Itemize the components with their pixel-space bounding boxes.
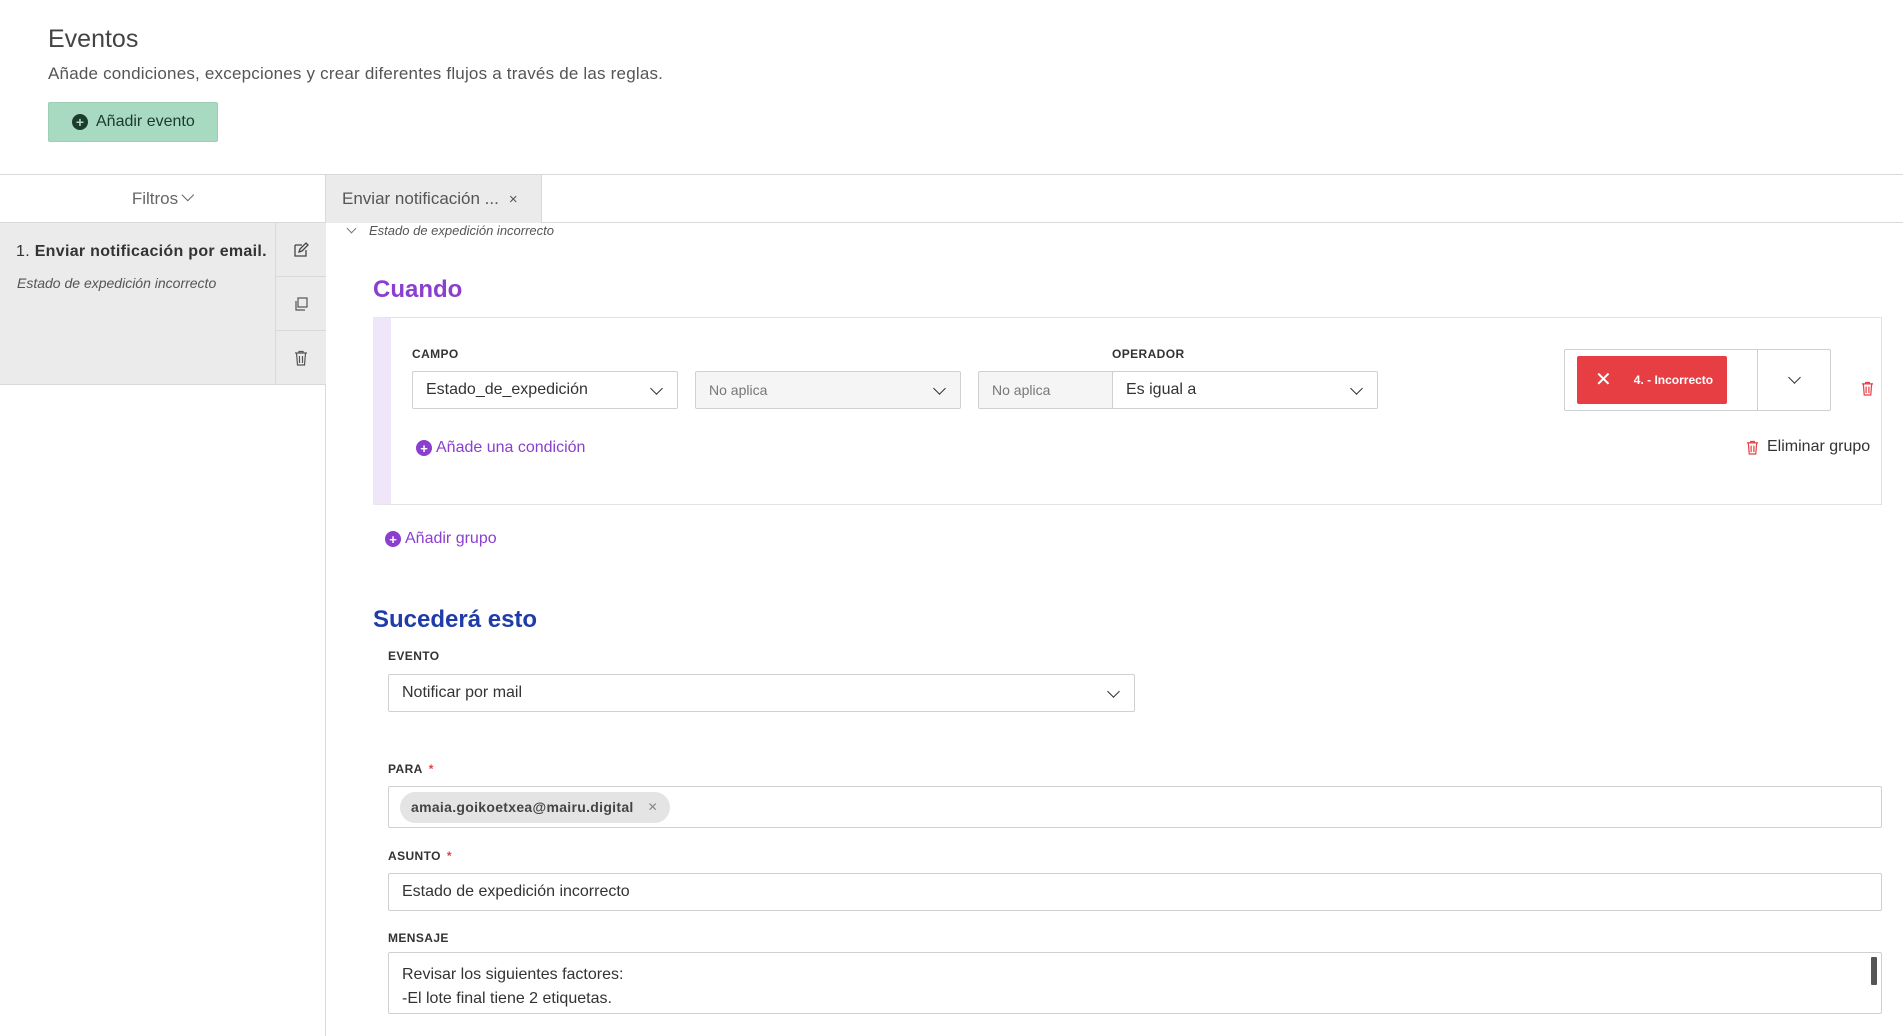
copy-icon bbox=[295, 296, 308, 311]
event-type-value: Notificar por mail bbox=[402, 684, 523, 701]
trash-icon bbox=[295, 350, 307, 366]
breadcrumb-text: Estado de expedición incorrecto bbox=[369, 223, 555, 238]
delete-rule-button[interactable] bbox=[276, 331, 326, 385]
message-line: -El lote final tiene 2 etiquetas. bbox=[402, 990, 612, 1007]
message-textarea[interactable]: Revisar los siguientes factores: -El lot… bbox=[388, 952, 1882, 1014]
remove-chip-icon[interactable]: ✕ bbox=[648, 800, 658, 814]
add-group-label: Añadir grupo bbox=[405, 530, 497, 547]
message-line: Revisar los siguientes factores: bbox=[402, 966, 624, 983]
tab-label: Enviar notificación ... bbox=[342, 189, 499, 208]
tab-bar: Enviar notificación ... × bbox=[326, 175, 1903, 223]
recipient-email: amaia.goikoetxea@mairu.digital bbox=[411, 799, 634, 815]
value-dropdown-toggle[interactable] bbox=[1757, 350, 1830, 410]
add-group-link[interactable]: + Añadir grupo bbox=[385, 530, 497, 548]
plus-circle-icon: + bbox=[416, 440, 432, 456]
chevron-down-icon bbox=[346, 223, 357, 234]
required-mark: * bbox=[446, 849, 452, 863]
edit-rule-button[interactable] bbox=[276, 223, 326, 277]
campo-label: CAMPO bbox=[412, 347, 459, 361]
chevron-down-icon bbox=[1107, 685, 1120, 698]
trash-icon bbox=[1861, 381, 1874, 396]
condition-group: CAMPO OPERADOR Estado_de_expedición No a… bbox=[373, 317, 1882, 505]
para-label: PARA bbox=[388, 762, 423, 776]
delete-group-button[interactable]: Eliminar grupo bbox=[1746, 438, 1870, 456]
textarea-scrollbar[interactable] bbox=[1871, 957, 1877, 985]
para-field-label: PARA * bbox=[388, 762, 434, 776]
duplicate-rule-button[interactable] bbox=[276, 277, 326, 331]
rule-actions bbox=[275, 223, 326, 385]
tab-rule[interactable]: Enviar notificación ... × bbox=[326, 175, 542, 223]
delete-group-label: Eliminar grupo bbox=[1767, 438, 1871, 455]
chevron-down-icon bbox=[933, 382, 946, 395]
chevron-down-icon bbox=[650, 382, 663, 395]
evento-label: EVENTO bbox=[388, 649, 440, 663]
subject-value: Estado de expedición incorrecto bbox=[402, 883, 630, 900]
trash-icon bbox=[1746, 440, 1759, 455]
delete-condition-button[interactable] bbox=[1861, 381, 1874, 401]
rule-list-item[interactable]: 1. Enviar notificación por email. Estado… bbox=[0, 223, 326, 385]
rule-name: Enviar notificación por email. bbox=[34, 243, 267, 260]
filters-dropdown[interactable]: Filtros bbox=[0, 175, 325, 223]
required-mark: * bbox=[428, 762, 434, 776]
chevron-down-icon bbox=[1788, 371, 1801, 384]
asunto-label: ASUNTO bbox=[388, 849, 441, 863]
when-heading: Cuando bbox=[373, 276, 463, 303]
value-chip-label: 4. - Incorrecto bbox=[1633, 373, 1714, 387]
field-select[interactable]: Estado_de_expedición bbox=[412, 371, 678, 409]
operator-select-value: Es igual a bbox=[1126, 381, 1197, 398]
rule-description: Estado de expedición incorrecto bbox=[17, 275, 217, 291]
subject-input[interactable]: Estado de expedición incorrecto bbox=[388, 873, 1882, 911]
rule-breadcrumb[interactable]: Estado de expedición incorrecto bbox=[346, 223, 555, 238]
page-title: Eventos bbox=[48, 25, 139, 53]
plus-circle-icon: + bbox=[72, 114, 88, 130]
chevron-down-icon bbox=[1350, 382, 1363, 395]
edit-icon bbox=[294, 241, 309, 257]
chevron-down-icon bbox=[181, 188, 195, 202]
recipient-chip: amaia.goikoetxea@mairu.digital ✕ bbox=[400, 791, 670, 823]
page-header: Eventos Añade condiciones, excepciones y… bbox=[0, 0, 1903, 175]
close-icon[interactable]: × bbox=[509, 191, 518, 208]
asunto-field-label: ASUNTO * bbox=[388, 849, 452, 863]
remove-chip-icon[interactable]: ✕ bbox=[1595, 370, 1612, 390]
rules-sidebar: Filtros 1. Enviar notificación por email… bbox=[0, 175, 326, 1036]
value-chip: ✕ 4. - Incorrecto bbox=[1577, 356, 1727, 404]
operador-label: OPERADOR bbox=[1112, 347, 1185, 361]
then-heading: Sucederá esto bbox=[373, 606, 538, 633]
plus-circle-icon: + bbox=[385, 531, 401, 547]
subfield-select-1[interactable]: No aplica bbox=[695, 371, 961, 409]
subfield-select-1-value: No aplica bbox=[709, 382, 768, 398]
add-condition-link[interactable]: + Añade una condición bbox=[416, 439, 585, 457]
page-subtitle: Añade condiciones, excepciones y crear d… bbox=[48, 64, 664, 83]
add-event-button[interactable]: + Añadir evento bbox=[48, 102, 218, 142]
mensaje-label: MENSAJE bbox=[388, 931, 449, 945]
value-multiselect[interactable]: ✕ 4. - Incorrecto bbox=[1564, 349, 1831, 411]
event-type-select[interactable]: Notificar por mail bbox=[388, 674, 1135, 712]
operator-select[interactable]: Es igual a bbox=[1112, 371, 1378, 409]
add-condition-label: Añade una condición bbox=[436, 439, 586, 456]
filters-label: Filtros bbox=[131, 188, 179, 208]
recipients-input[interactable]: amaia.goikoetxea@mairu.digital ✕ bbox=[388, 786, 1882, 828]
subfield-select-2-value: No aplica bbox=[992, 382, 1051, 398]
field-select-value: Estado_de_expedición bbox=[426, 381, 588, 398]
add-event-label: Añadir evento bbox=[96, 113, 195, 130]
rule-number: 1. bbox=[16, 243, 30, 260]
